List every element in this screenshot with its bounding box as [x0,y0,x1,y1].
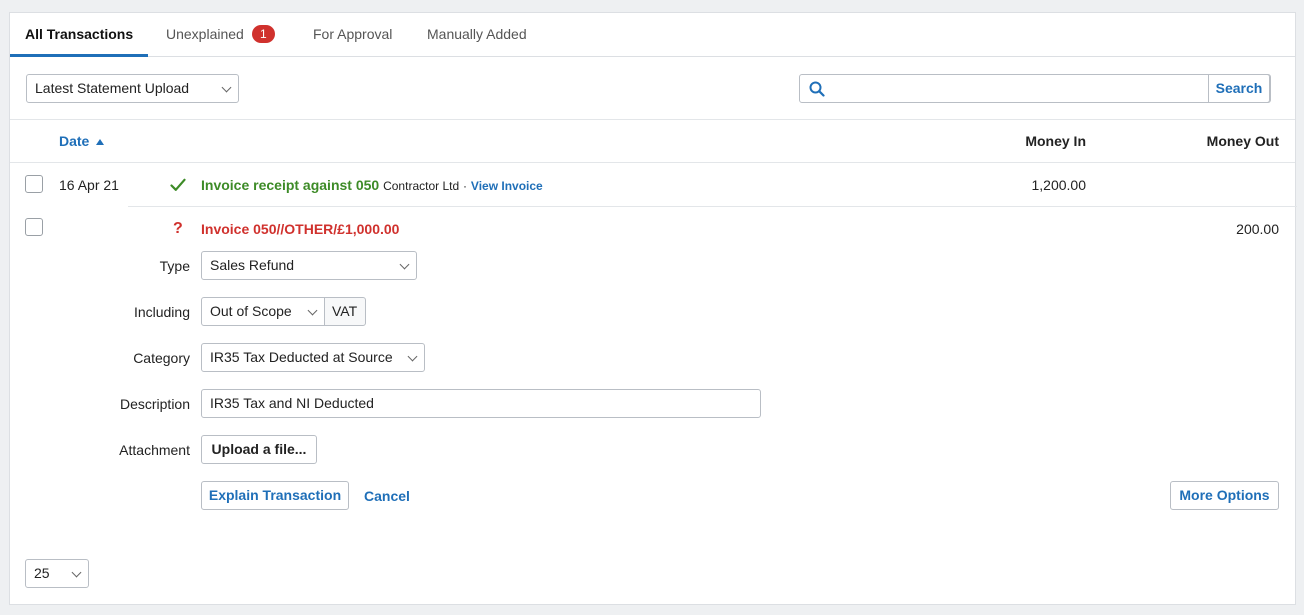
type-select[interactable]: Sales Refund [201,251,417,280]
search-icon [809,81,825,97]
vat-addon: VAT [324,297,366,326]
tab-unexplained-label: Unexplained [166,26,244,42]
date-header-label: Date [59,133,90,149]
sort-asc-icon [96,139,105,146]
chevron-down-icon [307,305,318,316]
money-in-header: Money In [1025,133,1086,149]
search-input[interactable] [830,77,1210,100]
per-page-select[interactable]: 25 [25,559,89,588]
tab-for-approval[interactable]: For Approval [313,13,392,57]
chevron-down-icon [221,82,232,93]
including-label: Including [133,304,190,320]
search-button[interactable]: Search [1208,74,1270,103]
cancel-link[interactable]: Cancel [364,488,410,504]
more-options-button[interactable]: More Options [1170,481,1279,510]
tab-bar: All Transactions Unexplained 1 For Approv… [10,13,1295,57]
search-box: Search [799,74,1271,103]
statement-filter-value: Latest Statement Upload [35,80,190,96]
transactions-panel: All Transactions Unexplained 1 For Approv… [9,12,1297,605]
category-select[interactable]: IR35 Tax Deducted at Source [201,343,425,372]
including-value: Out of Scope [210,303,292,319]
tab-manually-added[interactable]: Manually Added [427,13,527,57]
explain-transaction-button[interactable]: Explain Transaction [201,481,349,510]
chevron-down-icon [407,351,418,362]
row-money-out: 200.00 [1236,221,1279,237]
row-checkbox[interactable] [25,218,43,236]
tab-all-label: All Transactions [25,26,134,42]
attachment-label: Attachment [119,442,190,458]
row-title: Invoice 050//OTHER/£1,000.00 [201,221,400,237]
category-value: IR35 Tax Deducted at Source [210,349,393,365]
row-title: Invoice receipt against 050 [201,177,380,193]
money-out-header: Money Out [1206,133,1279,149]
upload-file-button[interactable]: Upload a file... [201,435,317,464]
check-icon [170,178,186,191]
row-contact: Contractor Ltd [383,179,460,193]
row-description: Invoice receipt against 050 Contractor L… [201,177,543,193]
description-label: Description [119,396,190,412]
divider [128,206,1297,207]
category-label: Category [133,350,190,366]
statement-filter-select[interactable]: Latest Statement Upload [26,74,239,103]
view-invoice-link[interactable]: View Invoice [471,179,543,193]
divider [10,162,1295,163]
row-money-in: 1,200.00 [1031,177,1087,193]
divider [10,119,1295,120]
per-page-value: 25 [34,565,50,581]
row-checkbox[interactable] [25,175,43,193]
chevron-down-icon [71,567,82,578]
type-value: Sales Refund [210,257,295,273]
tab-unexplained[interactable]: Unexplained 1 [166,13,275,57]
description-field[interactable]: IR35 Tax and NI Deducted [201,389,761,418]
unexplained-count-badge: 1 [251,25,275,44]
row-separator: · [463,179,468,193]
tab-approval-label: For Approval [313,26,393,42]
tab-all-transactions[interactable]: All Transactions [10,13,149,57]
tab-manual-label: Manually Added [427,26,527,42]
chevron-down-icon [399,259,410,270]
type-label: Type [159,258,190,274]
question-icon: ? [173,220,183,237]
including-select[interactable]: Out of Scope [201,297,325,326]
row-date: 16 Apr 21 [59,177,119,193]
date-column-header[interactable]: Date [59,133,105,149]
